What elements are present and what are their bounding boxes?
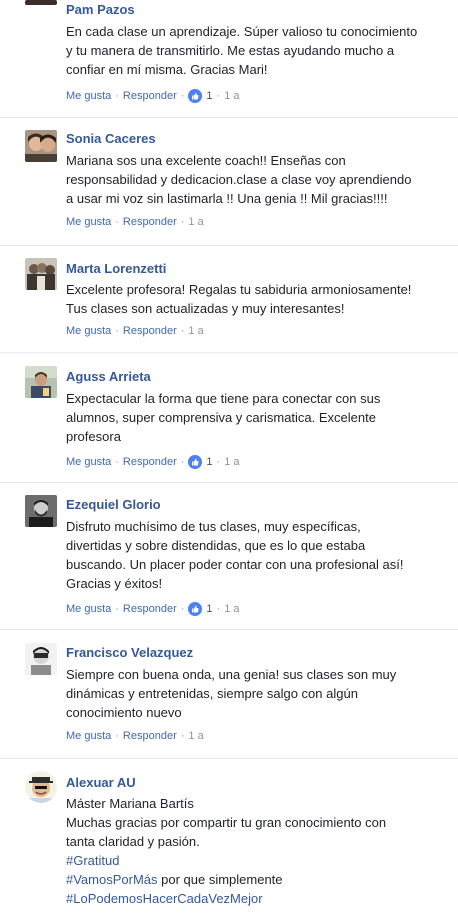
reaction-count[interactable]: 1	[188, 455, 213, 469]
comment-text: En cada clase un aprendizaje. Súper vali…	[66, 24, 418, 77]
reply-link[interactable]: Responder	[123, 216, 177, 228]
like-link[interactable]: Me gusta	[66, 603, 111, 615]
like-link[interactable]: Me gusta	[66, 730, 111, 742]
commenter-name[interactable]: Sonia Caceres	[66, 131, 156, 146]
commenter-name[interactable]: Pam Pazos	[66, 2, 135, 17]
avatar[interactable]	[25, 0, 57, 5]
avatar[interactable]	[25, 130, 57, 162]
reply-link[interactable]: Responder	[123, 325, 177, 337]
thumbs-up-icon	[188, 455, 203, 469]
divider	[0, 245, 458, 246]
reaction-count[interactable]: 1	[188, 602, 213, 616]
divider	[0, 352, 458, 353]
hashtag-link[interactable]: #VamosPorMás	[66, 872, 158, 887]
avatar[interactable]	[25, 771, 57, 803]
hashtag-link[interactable]: #Gratitud	[66, 853, 119, 868]
comment-text: Expectacular la forma que tiene para con…	[66, 391, 381, 444]
commenter-name[interactable]: Ezequiel Glorio	[66, 497, 161, 512]
reaction-count[interactable]: 1	[188, 89, 213, 103]
hashtag-link[interactable]: #LoPodemosHacerCadaVezMejor	[66, 891, 263, 906]
avatar[interactable]	[25, 643, 57, 675]
thumbs-up-icon	[188, 89, 203, 103]
divider	[0, 482, 458, 483]
divider	[0, 758, 458, 759]
comment-text: Excelente profesora! Regalas tu sabiduri…	[66, 282, 412, 316]
like-link[interactable]: Me gusta	[66, 456, 111, 468]
avatar[interactable]	[25, 366, 57, 398]
timestamp[interactable]: 1 a	[188, 730, 203, 742]
like-link[interactable]: Me gusta	[66, 216, 111, 228]
divider	[0, 629, 458, 630]
comment-actions: Me gusta · Responder · 1 a	[66, 730, 204, 742]
comment-actions: Me gusta · Responder · 1 a	[66, 216, 204, 228]
avatar[interactable]	[25, 495, 57, 527]
like-link[interactable]: Me gusta	[66, 325, 111, 337]
comment-text: Mariana sos una excelente coach!! Enseña…	[66, 153, 412, 206]
like-link[interactable]: Me gusta	[66, 90, 111, 102]
timestamp[interactable]: 1 a	[224, 90, 239, 102]
timestamp[interactable]: 1 a	[224, 456, 239, 468]
comment-actions: Me gusta · Responder · 1 a	[66, 325, 204, 337]
comment-text: Disfruto muchísimo de tus clases, muy es…	[66, 519, 404, 591]
commenter-name[interactable]: Francisco Velazquez	[66, 645, 193, 660]
commenter-name[interactable]: Alexuar AU	[66, 775, 136, 790]
comment-actions: Me gusta · Responder · 1 · 1 a	[66, 89, 240, 103]
avatar[interactable]	[25, 258, 57, 290]
thumbs-up-icon	[188, 602, 203, 616]
reply-link[interactable]: Responder	[123, 603, 177, 615]
timestamp[interactable]: 1 a	[224, 603, 239, 615]
comment-actions: Me gusta · Responder · 1 · 1 a	[66, 602, 240, 616]
comment-actions: Me gusta · Responder · 1 · 1 a	[66, 455, 240, 469]
commenter-name[interactable]: Aguss Arrieta	[66, 369, 151, 384]
comment-text: Siempre con buena onda, una genia! sus c…	[66, 667, 397, 720]
reply-link[interactable]: Responder	[123, 90, 177, 102]
commenter-name[interactable]: Marta Lorenzetti	[66, 261, 166, 276]
timestamp[interactable]: 1 a	[188, 325, 203, 337]
comment-text: Máster Mariana Bartís Muchas gracias por…	[66, 796, 387, 906]
timestamp[interactable]: 1 a	[188, 216, 203, 228]
divider	[0, 117, 458, 118]
reply-link[interactable]: Responder	[123, 456, 177, 468]
reply-link[interactable]: Responder	[123, 730, 177, 742]
